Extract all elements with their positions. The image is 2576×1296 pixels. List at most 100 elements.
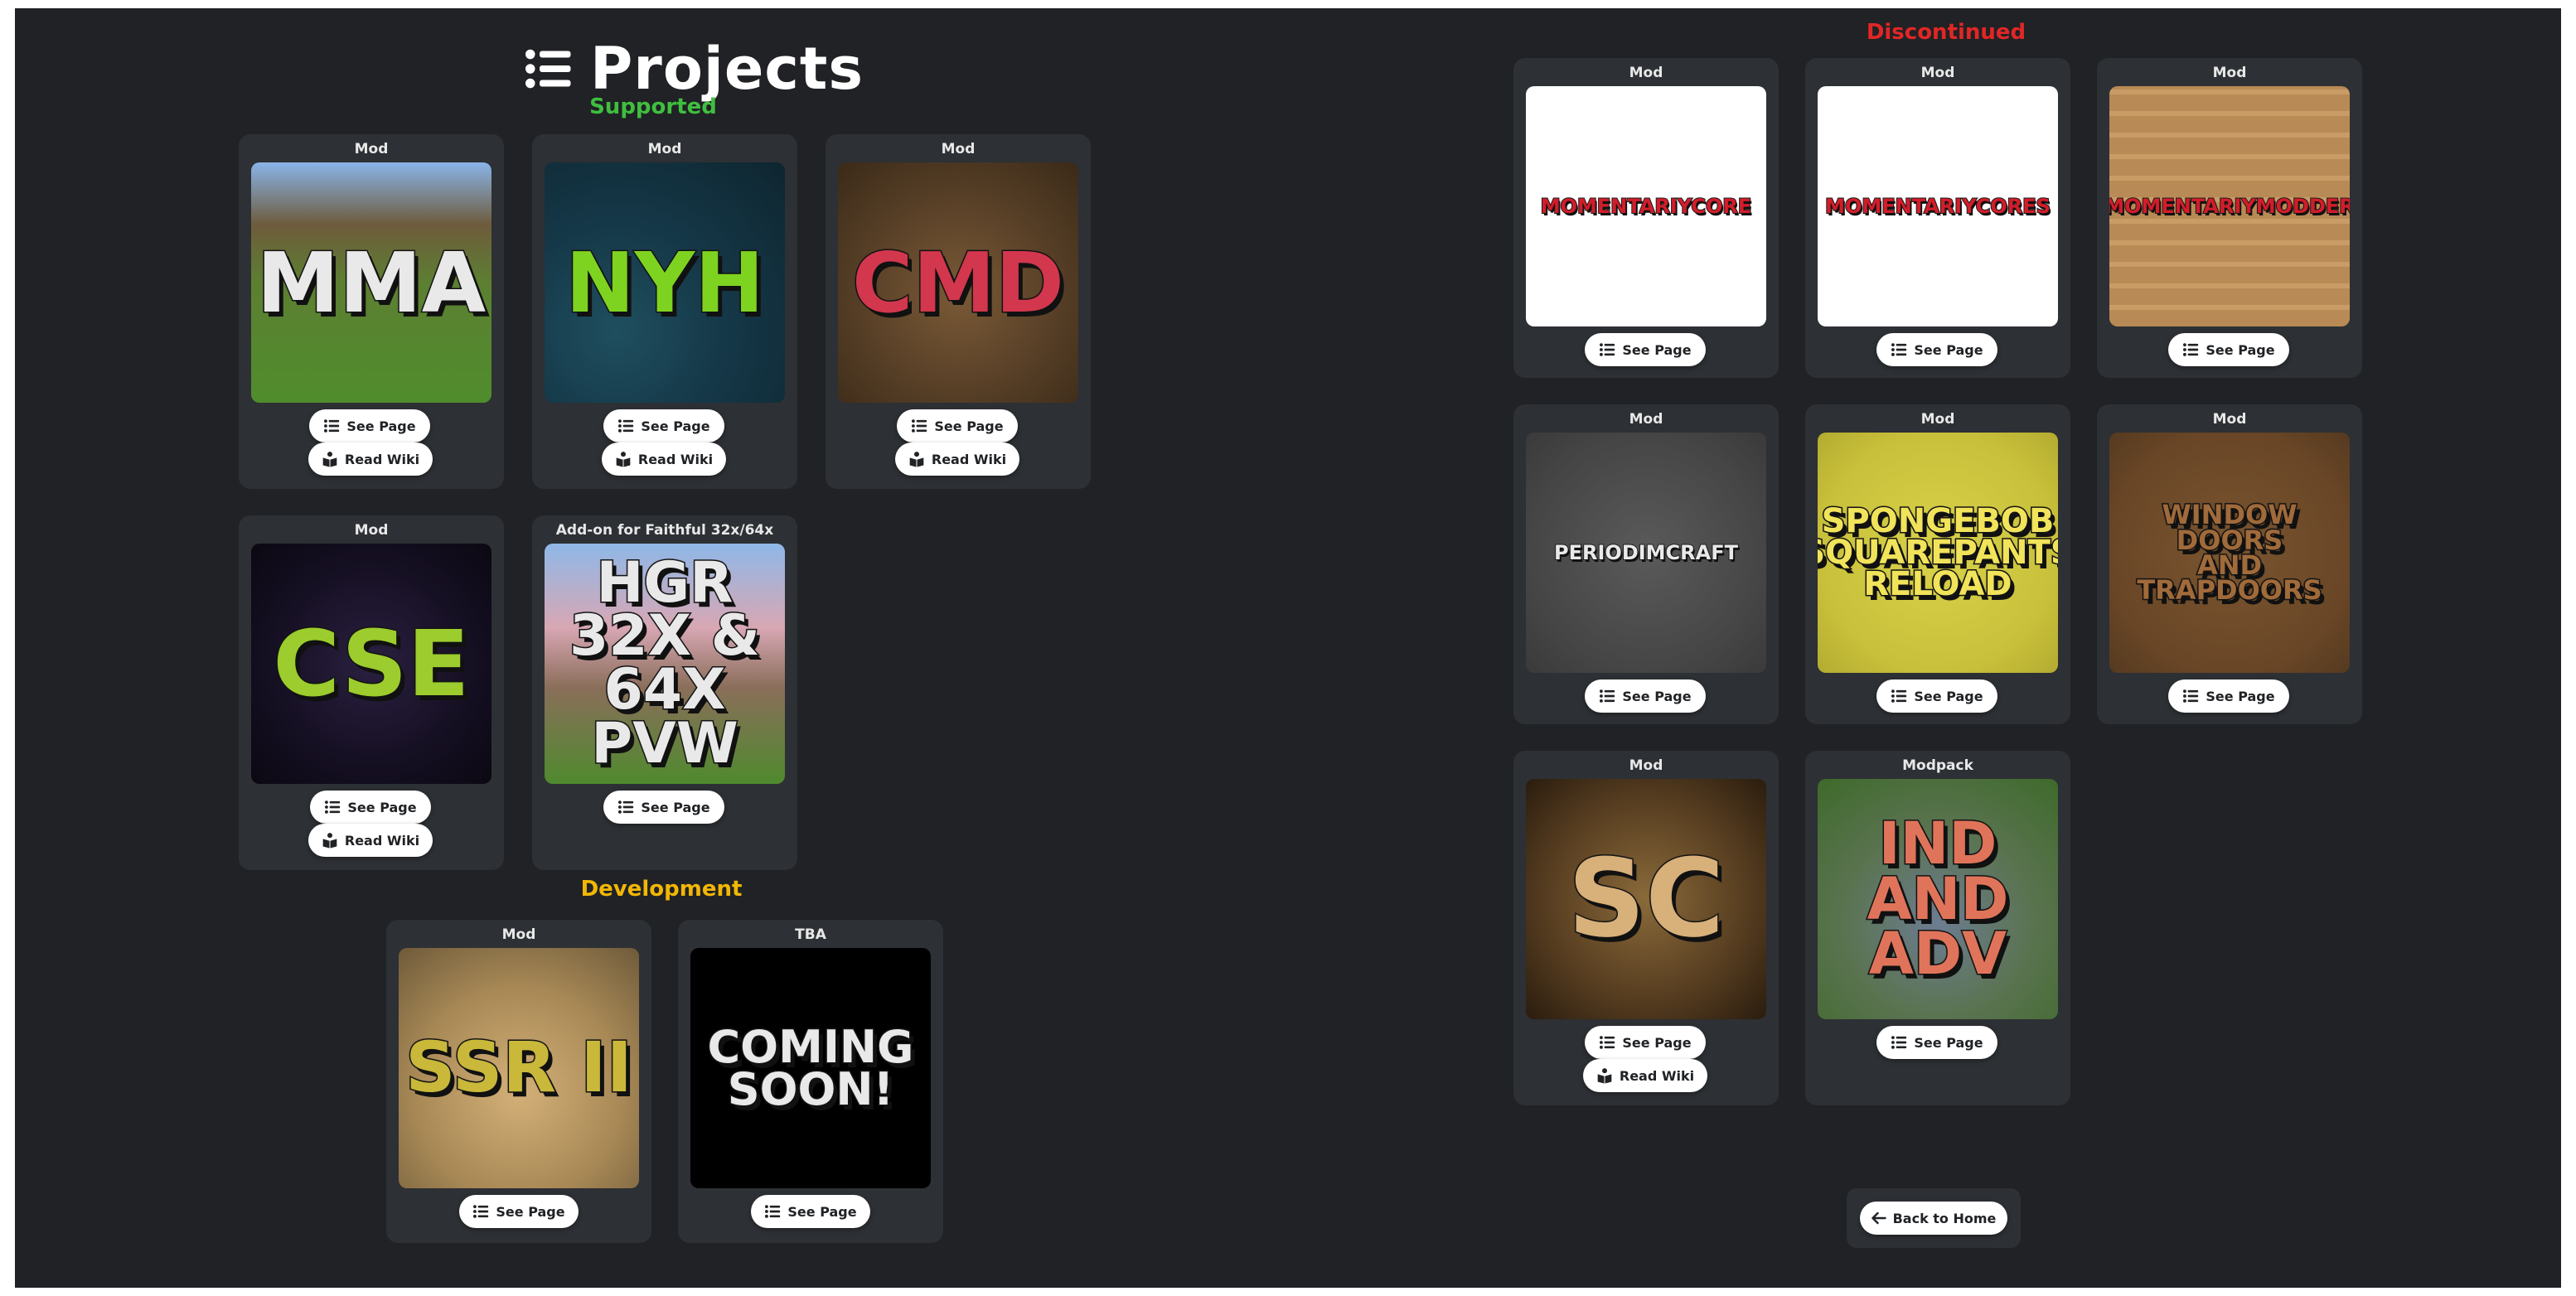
project-thumbnail[interactable]: MMA xyxy=(251,162,491,403)
list-icon xyxy=(324,799,341,815)
see-page-button[interactable]: See Page xyxy=(459,1195,579,1228)
see-page-label: See Page xyxy=(1914,1034,1983,1051)
see-page-button[interactable]: See Page xyxy=(2168,333,2289,366)
read-wiki-button[interactable]: Read Wiki xyxy=(895,442,1019,476)
see-page-button[interactable]: See Page xyxy=(603,791,724,824)
see-page-button[interactable]: See Page xyxy=(751,1195,870,1228)
project-card-cse: Mod CSE See Page Read Wiki xyxy=(239,515,504,870)
project-type: Mod xyxy=(941,141,976,157)
project-card-periodimcraft: Mod PERIODIMCRAFT See Page xyxy=(1513,404,1779,724)
project-logo: SPONGEBOB SQUAREPANTS RELOAD xyxy=(1818,502,2058,603)
project-thumbnail[interactable]: HGR 32X & 64X PVW xyxy=(545,544,785,784)
project-logo: SC xyxy=(1566,835,1726,962)
see-page-label: See Page xyxy=(2206,688,2275,704)
read-wiki-button[interactable]: Read Wiki xyxy=(308,824,433,857)
project-type: TBA xyxy=(795,926,826,943)
see-page-label: See Page xyxy=(641,799,710,815)
project-type: Modpack xyxy=(1902,757,1973,774)
read-wiki-button[interactable]: Read Wiki xyxy=(308,442,433,476)
project-thumbnail[interactable]: PERIODIMCRAFT xyxy=(1526,433,1766,673)
see-page-button[interactable]: See Page xyxy=(2168,679,2289,713)
back-to-home-button[interactable]: Back to Home xyxy=(1860,1202,2007,1235)
arrow-left-icon xyxy=(1871,1211,1886,1226)
see-page-button[interactable]: See Page xyxy=(603,409,724,442)
project-card-mma: Mod MMA See Page Read Wiki xyxy=(239,134,504,489)
project-thumbnail[interactable]: MOMENTARIYCORES xyxy=(1818,86,2058,326)
list-icon xyxy=(1891,341,1907,358)
read-wiki-button[interactable]: Read Wiki xyxy=(602,442,726,476)
list-icon xyxy=(617,799,634,815)
project-logo: COMING SOON! xyxy=(706,1020,915,1115)
page-background: Projects Supported Development Discontin… xyxy=(15,8,2561,1288)
project-type: Mod xyxy=(1629,411,1663,428)
book-reader-icon xyxy=(908,451,925,467)
list-icon xyxy=(521,44,575,94)
list-icon xyxy=(472,1203,489,1220)
see-page-label: See Page xyxy=(496,1203,565,1220)
section-heading-supported: Supported xyxy=(589,94,717,119)
project-card-nyh: Mod NYH See Page Read Wiki xyxy=(532,134,797,489)
see-page-button[interactable]: See Page xyxy=(897,409,1018,442)
see-page-button[interactable]: See Page xyxy=(309,409,430,442)
book-reader-icon xyxy=(322,451,338,467)
read-wiki-button[interactable]: Read Wiki xyxy=(1583,1059,1707,1092)
project-type: Mod xyxy=(2212,65,2247,81)
project-logo: SSR II xyxy=(404,1027,634,1109)
project-thumbnail[interactable]: COMING SOON! xyxy=(690,948,931,1188)
see-page-button[interactable]: See Page xyxy=(1585,1026,1706,1059)
project-logo: PERIODIMCRAFT xyxy=(1553,540,1739,564)
see-page-button[interactable]: See Page xyxy=(1876,679,1997,713)
project-logo: CSE xyxy=(272,610,471,717)
project-card-momentariycores: Mod MOMENTARIYCORES See Page xyxy=(1805,58,2070,378)
see-page-label: See Page xyxy=(1914,341,1983,358)
read-wiki-label: Read Wiki xyxy=(1619,1067,1695,1084)
see-page-button[interactable]: See Page xyxy=(1585,679,1706,713)
project-thumbnail[interactable]: SSR II xyxy=(399,948,639,1188)
see-page-button[interactable]: See Page xyxy=(1876,333,1997,366)
project-logo: MOMENTARIYMODDER xyxy=(2109,194,2350,218)
project-card-ssr2: Mod SSR II See Page xyxy=(386,920,651,1243)
project-type: Mod xyxy=(2212,411,2247,428)
project-type: Mod xyxy=(1920,411,1955,428)
project-card-coming-soon: TBA COMING SOON! See Page xyxy=(678,920,943,1243)
see-page-label: See Page xyxy=(1622,341,1692,358)
back-to-home-label: Back to Home xyxy=(1892,1210,1997,1226)
project-thumbnail[interactable]: CMD xyxy=(838,162,1078,403)
book-reader-icon xyxy=(615,451,632,467)
project-thumbnail[interactable]: SC xyxy=(1526,779,1766,1019)
list-icon xyxy=(1891,688,1907,704)
section-heading-development: Development xyxy=(580,877,743,902)
list-icon xyxy=(323,418,340,434)
project-thumbnail[interactable]: IND AND ADV xyxy=(1818,779,2058,1019)
list-icon xyxy=(1599,688,1615,704)
read-wiki-label: Read Wiki xyxy=(344,832,420,849)
project-logo: CMD xyxy=(851,234,1066,331)
see-page-label: See Page xyxy=(2206,341,2275,358)
see-page-label: See Page xyxy=(1622,1034,1692,1051)
project-card-cmd: Mod CMD See Page Read Wiki xyxy=(826,134,1091,489)
project-type: Mod xyxy=(1920,65,1955,81)
see-page-button[interactable]: See Page xyxy=(1585,333,1706,366)
list-icon xyxy=(617,418,634,434)
see-page-button[interactable]: See Page xyxy=(1876,1026,1997,1059)
project-thumbnail[interactable]: SPONGEBOB SQUAREPANTS RELOAD xyxy=(1818,433,2058,673)
project-card-window-doors: Mod WINDOW DOORS AND TRAPDOORS See Page xyxy=(2097,404,2362,724)
project-thumbnail[interactable]: WINDOW DOORS AND TRAPDOORS xyxy=(2109,433,2350,673)
project-type: Mod xyxy=(501,926,536,943)
see-page-label: See Page xyxy=(787,1203,857,1220)
project-type: Mod xyxy=(1629,757,1663,774)
project-type: Add-on for Faithful 32x/64x xyxy=(555,522,774,539)
read-wiki-label: Read Wiki xyxy=(344,451,420,467)
see-page-button[interactable]: See Page xyxy=(310,791,431,824)
project-logo: NYH xyxy=(564,234,766,331)
project-thumbnail[interactable]: CSE xyxy=(251,544,491,784)
project-card-momentariycore: Mod MOMENTARIYCORE See Page xyxy=(1513,58,1779,378)
project-thumbnail[interactable]: NYH xyxy=(545,162,785,403)
project-thumbnail[interactable]: MOMENTARIYCORE xyxy=(1526,86,1766,326)
project-type: Mod xyxy=(354,141,389,157)
project-logo: MOMENTARIYCORES xyxy=(1824,194,2051,218)
project-card-spongebob-reload: Mod SPONGEBOB SQUAREPANTS RELOAD See Pag… xyxy=(1805,404,2070,724)
project-thumbnail[interactable]: MOMENTARIYMODDER xyxy=(2109,86,2350,326)
see-page-label: See Page xyxy=(934,418,1004,434)
see-page-label: See Page xyxy=(347,799,417,815)
